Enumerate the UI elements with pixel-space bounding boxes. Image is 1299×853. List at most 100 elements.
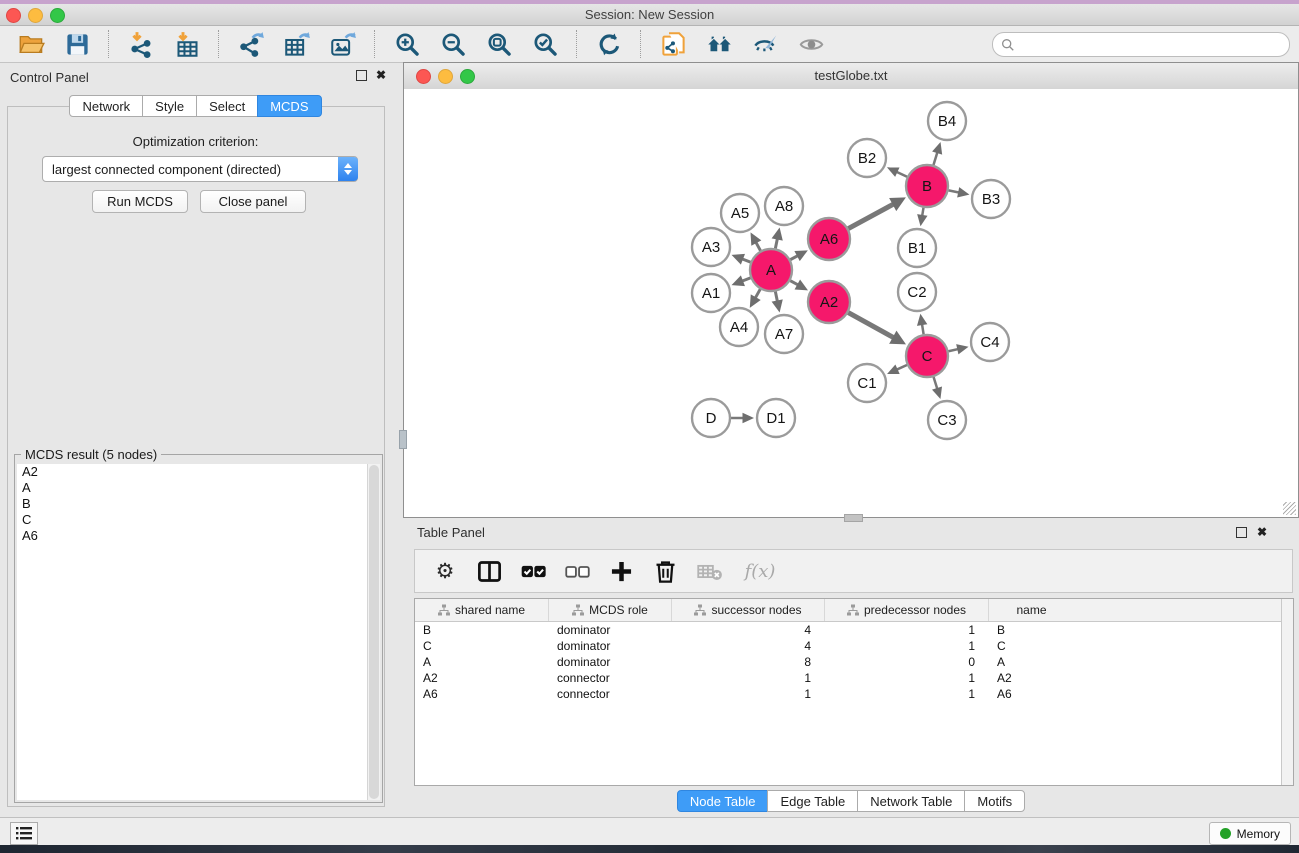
close-panel-icon[interactable]: ✖: [376, 69, 386, 81]
table-row[interactable]: Cdominator41C: [415, 638, 1293, 654]
table-scrollbar[interactable]: [1281, 599, 1293, 785]
result-item[interactable]: A2: [17, 464, 368, 480]
tab-network-table[interactable]: Network Table: [857, 790, 965, 812]
edge-A-A7[interactable]: [772, 292, 783, 313]
show-columns-icon[interactable]: [472, 556, 506, 586]
zoom-in-icon[interactable]: [390, 29, 424, 59]
select-all-icon[interactable]: [516, 556, 550, 586]
search-input[interactable]: [1015, 36, 1289, 54]
edge-A-A4[interactable]: [750, 289, 761, 308]
edge-A6-B[interactable]: [848, 197, 906, 228]
graph-node-C4[interactable]: C4: [971, 323, 1009, 361]
graph-node-A7[interactable]: A7: [765, 315, 803, 353]
graph-node-A4[interactable]: A4: [720, 308, 758, 346]
table-settings-icon[interactable]: ⚙: [428, 556, 462, 586]
table-row[interactable]: A2connector11A2: [415, 670, 1293, 686]
import-table-icon[interactable]: [170, 29, 204, 59]
graph-node-B4[interactable]: B4: [928, 102, 966, 140]
result-scrollbar[interactable]: [367, 464, 380, 800]
graph-node-A[interactable]: A: [750, 249, 792, 291]
save-session-icon[interactable]: [60, 29, 94, 59]
graph-node-A2[interactable]: A2: [808, 281, 850, 323]
graph-node-B[interactable]: B: [906, 165, 948, 207]
network-canvas[interactable]: B4B2BB3A8A5A6A3B1AC2A1A2A4A7C4CC1DD1C3: [404, 89, 1298, 517]
memory-button[interactable]: Memory: [1209, 822, 1291, 845]
apply-layout-icon[interactable]: [592, 29, 626, 59]
table-row[interactable]: A6connector11A6: [415, 686, 1293, 702]
graph-node-A3[interactable]: A3: [692, 228, 730, 266]
graph-node-D1[interactable]: D1: [757, 399, 795, 437]
apply-function-icon[interactable]: f(x): [736, 556, 784, 586]
horizontal-splitter-handle[interactable]: [844, 514, 863, 522]
import-network-icon[interactable]: [124, 29, 158, 59]
graph-node-C3[interactable]: C3: [928, 401, 966, 439]
column-header-successor-nodes[interactable]: successor nodes: [672, 599, 825, 621]
resize-grip[interactable]: [1283, 502, 1296, 515]
tab-mcds[interactable]: MCDS: [257, 95, 321, 117]
edge-B-B1[interactable]: [917, 208, 927, 227]
edge-A-A8[interactable]: [772, 228, 783, 249]
show-all-icon[interactable]: [794, 29, 828, 59]
edge-A2-C[interactable]: [848, 313, 906, 345]
column-header-name[interactable]: name: [989, 599, 1074, 621]
tab-motifs[interactable]: Motifs: [964, 790, 1025, 812]
graph-node-C2[interactable]: C2: [898, 273, 936, 311]
result-item[interactable]: A: [17, 480, 368, 496]
edge-C-C4[interactable]: [948, 344, 968, 354]
graph-node-A5[interactable]: A5: [721, 194, 759, 232]
column-header-predecessor-nodes[interactable]: predecessor nodes: [825, 599, 989, 621]
export-network-icon[interactable]: [234, 29, 268, 59]
delete-rows-icon[interactable]: [648, 556, 682, 586]
new-network-from-selection-icon[interactable]: [656, 29, 690, 59]
tab-style[interactable]: Style: [142, 95, 197, 117]
edge-A-A2[interactable]: [790, 280, 808, 291]
zoom-fit-icon[interactable]: [482, 29, 516, 59]
edge-A-A6[interactable]: [790, 250, 807, 261]
edge-A-A3[interactable]: [732, 254, 751, 265]
vertical-splitter-handle[interactable]: [399, 430, 407, 449]
float-table-panel-icon[interactable]: [1236, 527, 1247, 538]
add-row-icon[interactable]: [604, 556, 638, 586]
result-item[interactable]: C: [17, 512, 368, 528]
edge-B-B2[interactable]: [887, 167, 907, 177]
column-header-shared-name[interactable]: shared name: [415, 599, 549, 621]
export-table-icon[interactable]: [280, 29, 314, 59]
graph-node-A8[interactable]: A8: [765, 187, 803, 225]
open-session-icon[interactable]: [14, 29, 48, 59]
graph-node-D[interactable]: D: [692, 399, 730, 437]
zoom-out-icon[interactable]: [436, 29, 470, 59]
tab-select[interactable]: Select: [196, 95, 258, 117]
graph-node-B1[interactable]: B1: [898, 229, 936, 267]
result-item[interactable]: B: [17, 496, 368, 512]
close-panel-button[interactable]: Close panel: [200, 190, 306, 213]
float-panel-icon[interactable]: [356, 70, 367, 81]
graph-node-A1[interactable]: A1: [692, 274, 730, 312]
first-neighbors-icon[interactable]: [702, 29, 736, 59]
table-row[interactable]: Bdominator41B: [415, 622, 1293, 638]
edge-A-A1[interactable]: [732, 275, 751, 286]
run-mcds-button[interactable]: Run MCDS: [92, 190, 188, 213]
zoom-selected-icon[interactable]: [528, 29, 562, 59]
column-header-MCDS-role[interactable]: MCDS role: [549, 599, 672, 621]
edge-C-C1[interactable]: [887, 364, 907, 374]
export-image-icon[interactable]: [326, 29, 360, 59]
close-table-panel-icon[interactable]: ✖: [1257, 526, 1267, 538]
deselect-all-icon[interactable]: [560, 556, 594, 586]
delete-table-icon[interactable]: [692, 556, 726, 586]
edge-A-A5[interactable]: [751, 232, 762, 250]
result-item[interactable]: A6: [17, 528, 368, 544]
graph-node-C[interactable]: C: [906, 335, 948, 377]
criterion-dropdown[interactable]: largest connected component (directed): [42, 156, 358, 182]
edge-C-C2[interactable]: [917, 314, 927, 335]
task-history-button[interactable]: [10, 822, 38, 845]
network-window-titlebar[interactable]: testGlobe.txt: [404, 63, 1298, 90]
tab-edge-table[interactable]: Edge Table: [767, 790, 858, 812]
graph-node-A6[interactable]: A6: [808, 218, 850, 260]
tab-node-table[interactable]: Node Table: [677, 790, 769, 812]
graph-node-B2[interactable]: B2: [848, 139, 886, 177]
hide-selected-icon[interactable]: [748, 29, 782, 59]
tab-network[interactable]: Network: [69, 95, 143, 117]
table-row[interactable]: Adominator80A: [415, 654, 1293, 670]
edge-B-B3[interactable]: [949, 187, 970, 197]
edge-C-C3[interactable]: [932, 377, 942, 399]
